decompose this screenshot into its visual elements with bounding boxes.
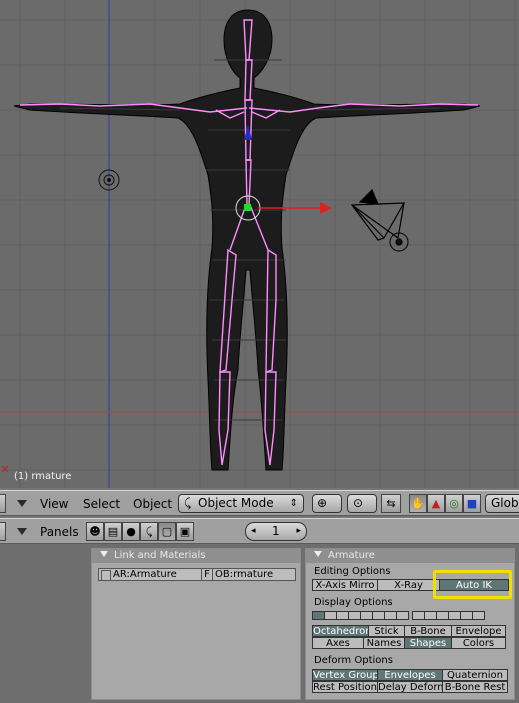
viewport-canvas: [0, 0, 519, 488]
layer-button[interactable]: [396, 611, 409, 620]
object-context-icon[interactable]: ⤹: [140, 522, 158, 541]
x-axis-mirror-button[interactable]: X-Axis Mirro: [312, 579, 378, 591]
panel-collapse-icon[interactable]: [100, 551, 108, 557]
armature-datablock-field[interactable]: AR:Armature: [98, 568, 202, 581]
buttons-editor-type-icon[interactable]: [0, 522, 6, 541]
editor-type-icon[interactable]: [0, 494, 6, 513]
menu-view[interactable]: View: [40, 497, 68, 511]
delay-deform-button[interactable]: Delay Deform: [377, 681, 443, 693]
object-name-field[interactable]: OB:rmature: [212, 568, 296, 581]
frame-increment-icon[interactable]: ▸: [296, 523, 301, 540]
editing-context-icon[interactable]: ▢: [158, 522, 176, 541]
axes-button[interactable]: Axes: [312, 637, 364, 649]
x-ray-button[interactable]: X-Ray: [377, 579, 440, 591]
link-materials-panel: Link and Materials AR:Armature F OB:rmat…: [91, 548, 301, 700]
rest-position-button[interactable]: Rest Position: [312, 681, 378, 693]
vertex-group-button[interactable]: Vertex Group: [312, 669, 378, 681]
deform-row-2: Rest Position Delay Deform B-Bone Rest: [312, 681, 508, 693]
rotate-icon[interactable]: ◎: [445, 494, 463, 513]
armature-collapse-icon[interactable]: [314, 551, 322, 557]
draw-type-icon: ⊕: [317, 496, 328, 510]
deform-options-label: Deform Options: [314, 655, 393, 666]
stick-button[interactable]: Stick: [368, 625, 405, 637]
deform-row-1: Vertex Group Envelopes Quaternion: [312, 669, 508, 681]
editing-options-label: Editing Options: [314, 566, 391, 577]
b-bone-rest-button[interactable]: B-Bone Rest: [442, 681, 508, 693]
script-context-icon[interactable]: ▤: [104, 522, 122, 541]
buttons-header: Panels ☻ ▤ ● ⤹ ▢ ▣ ◂ 1 ▸: [0, 518, 519, 544]
scene-context-icon[interactable]: ▣: [176, 522, 194, 541]
datablock-browse-icon[interactable]: [101, 570, 111, 580]
layer-buttons-row: [312, 611, 485, 620]
envelopes-button[interactable]: Envelopes: [377, 669, 443, 681]
armature-panel-title[interactable]: Armature: [306, 549, 514, 563]
auto-ik-highlight: [433, 570, 512, 599]
pivot-select[interactable]: ⊙: [347, 494, 377, 513]
logic-context-icon[interactable]: ☻: [86, 522, 104, 541]
orientation-select[interactable]: Glob: [485, 494, 519, 513]
layer-button[interactable]: [472, 611, 485, 620]
object-origin: [244, 204, 251, 211]
shapes-button[interactable]: Shapes: [404, 637, 452, 649]
display-options-label: Display Options: [314, 597, 393, 608]
draw-type-row: Octahedron Stick B-Bone Envelope: [312, 625, 506, 637]
link-panel-title[interactable]: Link and Materials: [92, 549, 300, 563]
octahedron-button[interactable]: Octahedron: [312, 625, 369, 637]
dropdown-arrows-icon: ⇕: [289, 498, 298, 509]
menu-object[interactable]: Object: [133, 497, 172, 511]
3d-viewport[interactable]: (1) rmature: [0, 0, 519, 488]
pivot-icon: ⊙: [353, 496, 364, 510]
envelope-button[interactable]: Envelope: [451, 625, 506, 637]
orientation-label: Glob: [491, 496, 519, 510]
b-bone-button[interactable]: B-Bone: [404, 625, 452, 637]
scale-icon[interactable]: ■: [463, 494, 481, 513]
quaternion-button[interactable]: Quaternion: [442, 669, 508, 681]
frame-decrement-icon[interactable]: ◂: [251, 523, 256, 540]
mode-select-label: Object Mode: [198, 496, 274, 510]
header-collapse-icon[interactable]: [17, 500, 27, 507]
display-toggles-row: Axes Names Shapes Colors: [312, 637, 506, 649]
axis-gizmo: [1, 465, 9, 473]
colors-button[interactable]: Colors: [451, 637, 506, 649]
manipulator-toggle-icon[interactable]: ⇆: [381, 494, 401, 513]
panels-label: Panels: [40, 525, 79, 539]
names-button[interactable]: Names: [363, 637, 405, 649]
frame-value: 1: [272, 524, 280, 538]
hand-icon[interactable]: ✋: [409, 494, 427, 513]
character-mesh[interactable]: [13, 9, 481, 471]
arrow-head: [320, 202, 332, 214]
translate-icon[interactable]: ▲: [427, 494, 445, 513]
frame-number-field[interactable]: ◂ 1 ▸: [245, 522, 307, 541]
buttons-window: Link and Materials AR:Armature F OB:rmat…: [0, 544, 519, 703]
mode-select[interactable]: ⤹ Object Mode ⇕: [178, 494, 304, 513]
3d-view-header: View Select Object ⤹ Object Mode ⇕ ⊕ ⊙ ⇆…: [0, 490, 519, 516]
pose-icon: ⤹: [184, 496, 192, 510]
object-name-label: (1) rmature: [14, 471, 72, 482]
draw-type-select[interactable]: ⊕: [312, 494, 342, 513]
menu-select[interactable]: Select: [83, 497, 120, 511]
shading-context-icon[interactable]: ●: [122, 522, 140, 541]
buttons-collapse-icon[interactable]: [17, 528, 27, 535]
